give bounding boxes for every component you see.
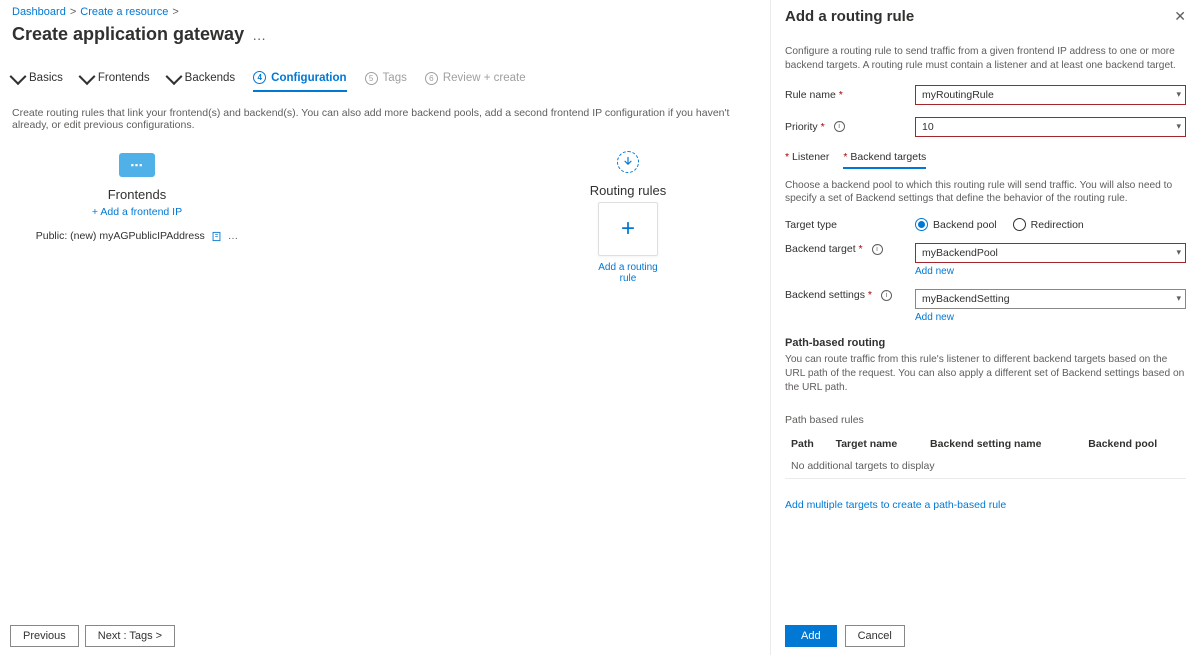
path-rules-table: Path based rules Path Target name Backen… [785,414,1186,479]
backend-settings-value: myBackendSetting [922,293,1010,305]
rule-name-value: myRoutingRule [922,89,994,101]
backend-targets-description: Choose a backend pool to which this rout… [785,179,1186,207]
chevron-down-icon: ▾ [1176,89,1181,100]
target-type-label: Target type [785,219,837,231]
frontend-row-overflow-icon[interactable]: … [228,230,239,242]
frontends-heading: Frontends [108,187,167,202]
breadcrumb-sep: > [70,6,76,18]
breadcrumb-sep: > [172,6,178,18]
add-frontend-link[interactable]: + Add a frontend IP [92,206,182,218]
tab-label: Backends [185,72,236,84]
breadcrumb-create-resource[interactable]: Create a resource [80,6,168,18]
table-row: No additional targets to display [785,454,1186,479]
tab-label: Frontends [98,72,150,84]
tab-review[interactable]: 6 Review + create [425,72,526,91]
edit-frontend-icon[interactable] [211,231,222,242]
frontend-row-label: Public: (new) myAGPublicIPAddress [36,230,205,242]
step-number-icon: 5 [365,72,378,85]
priority-label: Priority [785,121,825,133]
close-icon[interactable]: ✕ [1174,8,1186,25]
th-path: Path [785,434,830,454]
tab-label: Tags [383,72,407,84]
priority-value: 10 [922,121,934,133]
step-number-icon: 4 [253,71,266,84]
radio-backend-pool[interactable]: Backend pool [915,218,997,231]
backend-target-select[interactable]: myBackendPool ▾ [915,243,1186,263]
add-multiple-targets-link[interactable]: Add multiple targets to create a path-ba… [785,499,1006,511]
backend-settings-label: Backend settings [785,289,872,301]
backend-target-label: Backend target [785,243,863,255]
tab-frontends[interactable]: Frontends [81,72,150,90]
radio-dot-icon [1013,218,1026,231]
frontends-column: ▪▪▪ Frontends + Add a frontend IP Public… [12,149,262,284]
chevron-down-icon: ▾ [1176,293,1181,304]
panel-title: Add a routing rule [785,8,914,25]
tab-tags[interactable]: 5 Tags [365,72,407,91]
path-routing-description: You can route traffic from this rule's l… [785,353,1186,394]
th-setting-name: Backend setting name [924,434,1082,454]
routing-rules-column: Routing rules + Add a routing rule [548,149,708,284]
subtab-listener[interactable]: Listener [785,151,829,169]
radio-label: Backend pool [933,219,997,231]
tab-label: Basics [29,72,63,84]
add-routing-rule-card[interactable]: + [598,202,658,256]
radio-redirection[interactable]: Redirection [1013,218,1084,231]
routing-rules-heading: Routing rules [590,183,667,198]
chevron-down-icon: ▾ [1176,121,1181,132]
th-backend-pool: Backend pool [1082,434,1186,454]
breadcrumb: Dashboard > Create a resource > [12,6,758,18]
frontend-tile-icon: ▪▪▪ [119,153,155,177]
radio-label: Redirection [1031,219,1084,231]
wizard-tabs: Basics Frontends Backends 4 Configuratio… [12,71,758,91]
backend-target-value: myBackendPool [922,247,998,259]
radio-dot-icon [915,218,928,231]
overflow-menu-icon[interactable]: … [252,27,267,43]
tab-basics[interactable]: Basics [12,72,63,90]
page-description: Create routing rules that link your fron… [12,107,758,131]
add-button[interactable]: Add [785,625,837,647]
backend-settings-select[interactable]: myBackendSetting ▾ [915,289,1186,309]
page-title: Create application gateway [12,24,244,45]
add-routing-rule-panel: Add a routing rule ✕ Configure a routing… [770,0,1200,655]
rule-name-input[interactable]: myRoutingRule ▾ [915,85,1186,105]
info-icon[interactable]: i [881,290,892,301]
plus-icon: + [621,217,635,241]
add-routing-rule-link[interactable]: Add a routing rule [598,262,658,284]
panel-intro-text: Configure a routing rule to send traffic… [785,45,1186,73]
priority-input[interactable]: 10 ▾ [915,117,1186,137]
breadcrumb-dashboard[interactable]: Dashboard [12,6,66,18]
path-routing-heading: Path-based routing [785,337,1186,349]
tab-backends[interactable]: Backends [168,72,236,90]
subtab-backend-targets[interactable]: Backend targets [843,151,926,169]
cancel-button[interactable]: Cancel [845,625,905,647]
info-icon[interactable]: i [872,244,883,255]
next-button[interactable]: Next : Tags > [85,625,175,647]
table-empty-message: No additional targets to display [785,454,1186,479]
th-target-name: Target name [830,434,924,454]
tab-label: Review + create [443,72,526,84]
path-rules-caption: Path based rules [785,414,1186,434]
step-number-icon: 6 [425,72,438,85]
tab-configuration[interactable]: 4 Configuration [253,71,346,92]
previous-button[interactable]: Previous [10,625,79,647]
tab-label: Configuration [271,72,346,84]
add-new-backend-target-link[interactable]: Add new [915,266,954,277]
chevron-down-icon: ▾ [1176,247,1181,258]
info-icon[interactable]: i [834,121,845,132]
routing-rules-icon [617,151,639,173]
rule-name-label: Rule name [785,89,843,101]
add-new-backend-settings-link[interactable]: Add new [915,312,954,323]
